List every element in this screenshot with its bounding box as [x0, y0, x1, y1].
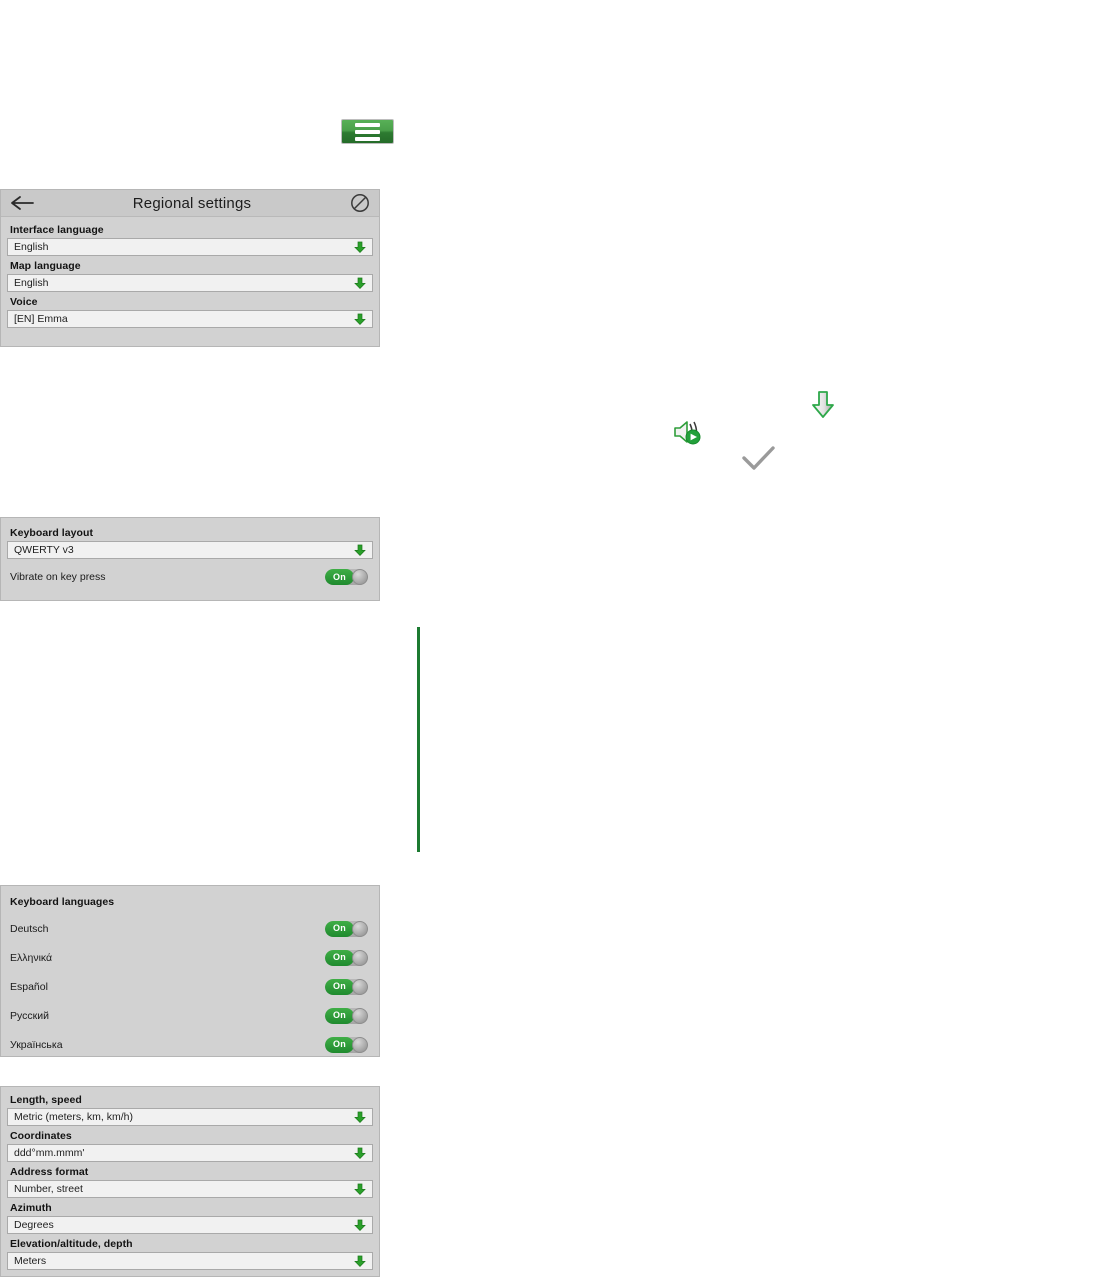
chevron-down-icon	[353, 1218, 367, 1232]
toggle-state-label: On	[333, 952, 346, 962]
toggle-track-on: On	[325, 1036, 354, 1053]
toggle-row-greek[interactable]: Ελληνικά On	[7, 943, 373, 972]
toggle-row-ukrainian[interactable]: Українська On	[7, 1030, 373, 1059]
hamburger-menu-button[interactable]	[341, 119, 394, 144]
toggle-switch-greek[interactable]: On	[325, 949, 368, 966]
toggle-track-on: On	[325, 569, 354, 585]
select-azimuth[interactable]: Degrees	[7, 1216, 373, 1234]
chevron-down-icon	[353, 543, 367, 557]
select-value: English	[14, 241, 49, 253]
toggle-label: Vibrate on key press	[10, 571, 106, 583]
section-heading-keyboard-languages: Keyboard languages	[10, 896, 115, 908]
keyboard-languages-list: Keyboard languages Deutsch On Ελληνικά O…	[1, 886, 379, 1065]
select-value: Number, street	[14, 1183, 83, 1195]
select-length-speed[interactable]: Metric (meters, km, km/h)	[7, 1108, 373, 1126]
toggle-knob	[352, 1007, 368, 1024]
select-keyboard-layout[interactable]: QWERTY v3	[7, 541, 373, 559]
panel-titlebar: Regional settings	[1, 190, 379, 217]
toggle-state-label: On	[333, 1039, 346, 1049]
toggle-switch-deutsch[interactable]: On	[325, 920, 368, 937]
toggle-label: Deutsch	[10, 922, 49, 935]
green-vertical-divider	[417, 627, 420, 852]
field-label-coordinates: Coordinates	[10, 1130, 72, 1142]
field-label-interface-language: Interface language	[10, 224, 104, 236]
field-label-keyboard-layout: Keyboard layout	[10, 527, 94, 539]
chevron-down-icon	[353, 1146, 367, 1160]
speaker-play-icon[interactable]	[673, 418, 705, 446]
toggle-state-label: On	[333, 1010, 346, 1020]
toggle-track-on: On	[325, 1007, 354, 1024]
toggle-label: Українська	[10, 1038, 63, 1051]
select-value: QWERTY v3	[14, 544, 74, 556]
chevron-down-icon	[353, 1254, 367, 1268]
no-entry-icon[interactable]	[349, 192, 371, 214]
chevron-down-icon	[353, 240, 367, 254]
toggle-state-label: On	[333, 981, 346, 991]
back-arrow-icon[interactable]	[9, 193, 35, 213]
toggle-knob	[352, 920, 368, 937]
toggle-track-on: On	[325, 949, 354, 966]
toggle-label: Ελληνικά	[10, 951, 53, 964]
field-label-elevation: Elevation/altitude, depth	[10, 1238, 133, 1250]
select-value: ddd°mm.mmm'	[14, 1147, 85, 1159]
toggle-label: Русский	[10, 1009, 49, 1022]
toggle-track-on: On	[325, 920, 354, 937]
checkmark-icon[interactable]	[742, 446, 775, 472]
select-voice[interactable]: [EN] Emma	[7, 310, 373, 328]
toggle-switch-russian[interactable]: On	[325, 1007, 368, 1024]
toggle-row-deutsch[interactable]: Deutsch On	[7, 914, 373, 943]
toggle-label: Español	[10, 980, 48, 993]
select-elevation[interactable]: Meters	[7, 1252, 373, 1270]
toggle-state-label: On	[333, 571, 346, 582]
toggle-knob	[352, 1036, 368, 1053]
select-interface-language[interactable]: English	[7, 238, 373, 256]
select-coordinates[interactable]: ddd°mm.mmm'	[7, 1144, 373, 1162]
select-value: Degrees	[14, 1219, 54, 1231]
keyboard-layout-fields: Keyboard layout QWERTY v3 Vibrate on key…	[1, 518, 379, 595]
select-value: Metric (meters, km, km/h)	[14, 1111, 134, 1123]
page-title: Regional settings	[132, 194, 252, 212]
toggle-row-espanol[interactable]: Español On	[7, 972, 373, 1001]
toggle-knob	[352, 949, 368, 966]
chevron-down-icon	[353, 1182, 367, 1196]
field-label-map-language: Map language	[10, 260, 81, 272]
keyboard-languages-panel: Keyboard languages Deutsch On Ελληνικά O…	[0, 885, 380, 1057]
select-value: [EN] Emma	[14, 313, 68, 325]
download-arrow-icon[interactable]	[810, 390, 836, 420]
select-value: English	[14, 277, 49, 289]
select-value: Meters	[14, 1255, 47, 1267]
select-address-format[interactable]: Number, street	[7, 1180, 373, 1198]
field-label-azimuth: Azimuth	[10, 1202, 52, 1214]
chevron-down-icon	[353, 312, 367, 326]
toggle-track-on: On	[325, 978, 354, 995]
screen-canvas: Regional settings Interface language Eng…	[0, 0, 1096, 1277]
units-fields: Length, speed Metric (meters, km, km/h) …	[1, 1087, 379, 1277]
toggle-switch-espanol[interactable]: On	[325, 978, 368, 995]
toggle-knob	[352, 569, 368, 585]
chevron-down-icon	[353, 276, 367, 290]
chevron-down-icon	[353, 1110, 367, 1124]
field-label-length-speed: Length, speed	[10, 1094, 82, 1106]
regional-fields: Interface language English Map language …	[1, 217, 379, 336]
toggle-row-russian[interactable]: Русский On	[7, 1001, 373, 1030]
toggle-switch-vibrate[interactable]: On	[325, 569, 368, 585]
field-label-voice: Voice	[10, 296, 38, 308]
toggle-switch-ukrainian[interactable]: On	[325, 1036, 368, 1053]
toggle-row-vibrate-on-key-press[interactable]: Vibrate on key press On	[7, 565, 373, 589]
regional-settings-panel: Regional settings Interface language Eng…	[0, 189, 380, 347]
toggle-knob	[352, 978, 368, 995]
select-map-language[interactable]: English	[7, 274, 373, 292]
toggle-state-label: On	[333, 923, 346, 933]
keyboard-layout-panel: Keyboard layout QWERTY v3 Vibrate on key…	[0, 517, 380, 601]
field-label-address-format: Address format	[10, 1166, 89, 1178]
hamburger-icon	[355, 122, 380, 141]
units-formats-panel: Length, speed Metric (meters, km, km/h) …	[0, 1086, 380, 1277]
